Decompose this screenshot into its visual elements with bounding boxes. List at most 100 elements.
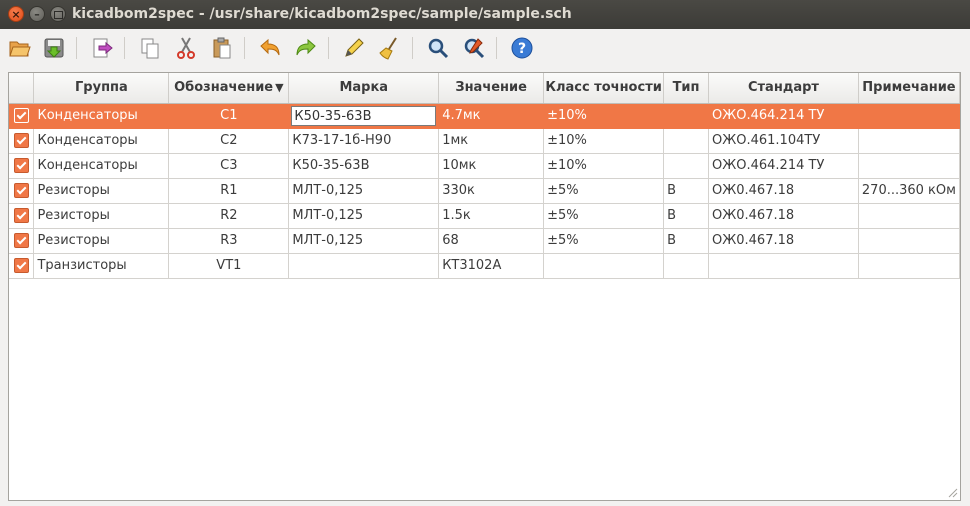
table-row[interactable]: Конденсаторы C1 К50-35-63В 4.7мк ±10% ОЖ… xyxy=(9,103,961,129)
column-header-accuracy[interactable]: Класс точности xyxy=(543,73,665,104)
cell-value[interactable]: 1.5к xyxy=(438,203,545,229)
undo-button[interactable] xyxy=(256,34,284,62)
cell-type[interactable] xyxy=(663,128,710,154)
cell-value[interactable]: 1мк xyxy=(438,128,545,154)
cell-type[interactable]: В xyxy=(663,203,710,229)
cell-ref[interactable]: R1 xyxy=(168,178,290,204)
clear-button[interactable] xyxy=(376,34,404,62)
cell-mark[interactable] xyxy=(288,253,440,279)
cell-note[interactable]: 270...360 кОм xyxy=(858,178,961,204)
cell-standard[interactable]: ОЖО.464.214 ТУ xyxy=(708,153,859,179)
table-row[interactable]: Конденсаторы C2 К73-17-1б-Н90 1мк ±10% О… xyxy=(9,128,961,154)
table-row[interactable]: Конденсаторы C3 К50-35-63В 10мк ±10% ОЖО… xyxy=(9,153,961,179)
minimize-window-button[interactable]: – xyxy=(29,6,45,22)
cell-note[interactable] xyxy=(858,128,961,154)
checkbox-checked[interactable] xyxy=(13,183,29,198)
row-checkbox-cell[interactable] xyxy=(9,228,35,254)
table-row[interactable]: Резисторы R2 МЛТ-0,125 1.5к ±5% В ОЖ0.46… xyxy=(9,203,961,229)
cell-standard[interactable]: ОЖО.464.214 ТУ xyxy=(708,103,859,129)
row-checkbox-cell[interactable] xyxy=(9,178,35,204)
cell-value[interactable]: 330к xyxy=(438,178,545,204)
cell-ref[interactable]: VT1 xyxy=(168,253,290,279)
cell-standard[interactable]: ОЖ0.467.18 xyxy=(708,178,859,204)
copy-button[interactable] xyxy=(136,34,164,62)
cell-standard[interactable]: ОЖ0.467.18 xyxy=(708,203,859,229)
cell-mark[interactable]: МЛТ-0,125 xyxy=(288,178,440,204)
cell-type[interactable] xyxy=(663,103,710,129)
cell-type[interactable]: В xyxy=(663,178,710,204)
cell-accuracy[interactable]: ±10% xyxy=(543,103,665,129)
cell-ref[interactable]: R3 xyxy=(168,228,290,254)
cell-group[interactable]: Конденсаторы xyxy=(33,128,170,154)
cell-mark[interactable]: К50-35-63В xyxy=(288,153,440,179)
cell-type[interactable]: В xyxy=(663,228,710,254)
column-header-check[interactable] xyxy=(9,73,35,104)
column-header-ref[interactable]: Обозначение ▼ xyxy=(168,73,290,104)
cell-mark[interactable]: МЛТ-0,125 xyxy=(288,228,440,254)
cell-value[interactable]: 4.7мк xyxy=(438,103,545,129)
resize-grip-icon[interactable] xyxy=(948,488,958,498)
cell-type[interactable] xyxy=(663,153,710,179)
cell-accuracy[interactable]: ±5% xyxy=(543,178,665,204)
cell-ref[interactable]: R2 xyxy=(168,203,290,229)
cell-accuracy[interactable]: ±5% xyxy=(543,228,665,254)
cell-standard[interactable]: ОЖО.461.104ТУ xyxy=(708,128,859,154)
edit-button[interactable] xyxy=(340,34,368,62)
cell-accuracy[interactable]: ±10% xyxy=(543,153,665,179)
row-checkbox-cell[interactable] xyxy=(9,153,35,179)
cell-group[interactable]: Транзисторы xyxy=(33,253,170,279)
close-window-button[interactable]: × xyxy=(8,6,24,22)
checkbox-checked[interactable] xyxy=(13,133,29,148)
paste-button[interactable] xyxy=(208,34,236,62)
row-checkbox-cell[interactable] xyxy=(9,253,35,279)
cell-group[interactable]: Конденсаторы xyxy=(33,153,170,179)
cell-accuracy[interactable] xyxy=(543,253,665,279)
checkbox-checked[interactable] xyxy=(13,158,29,173)
cell-ref[interactable]: C2 xyxy=(168,128,290,154)
replace-button[interactable] xyxy=(460,34,488,62)
cell-value[interactable]: 68 xyxy=(438,228,545,254)
save-button[interactable] xyxy=(40,34,68,62)
cell-group[interactable]: Конденсаторы xyxy=(33,103,170,129)
open-button[interactable] xyxy=(6,34,34,62)
maximize-window-button[interactable] xyxy=(50,6,66,22)
column-header-group[interactable]: Группа xyxy=(33,73,170,104)
column-header-note[interactable]: Примечание xyxy=(858,73,961,104)
checkbox-checked[interactable] xyxy=(13,208,29,223)
cell-accuracy[interactable]: ±10% xyxy=(543,128,665,154)
find-button[interactable] xyxy=(424,34,452,62)
column-header-standard[interactable]: Стандарт xyxy=(708,73,859,104)
cell-note[interactable] xyxy=(858,103,961,129)
cell-note[interactable] xyxy=(858,153,961,179)
cut-button[interactable] xyxy=(172,34,200,62)
cell-ref[interactable]: C1 xyxy=(168,103,290,129)
cell-standard[interactable] xyxy=(708,253,859,279)
row-checkbox-cell[interactable] xyxy=(9,103,35,129)
cell-mark[interactable]: К50-35-63В xyxy=(288,103,440,129)
cell-mark[interactable]: МЛТ-0,125 xyxy=(288,203,440,229)
table-row[interactable]: Транзисторы VT1 КТ3102А xyxy=(9,253,961,279)
cell-value[interactable]: 10мк xyxy=(438,153,545,179)
column-header-value[interactable]: Значение xyxy=(438,73,545,104)
cell-note[interactable] xyxy=(858,228,961,254)
cell-value[interactable]: КТ3102А xyxy=(438,253,545,279)
cell-standard[interactable]: ОЖ0.467.18 xyxy=(708,228,859,254)
cell-group[interactable]: Резисторы xyxy=(33,203,170,229)
cell-group[interactable]: Резисторы xyxy=(33,178,170,204)
checkbox-checked[interactable] xyxy=(13,108,29,123)
cell-note[interactable] xyxy=(858,253,961,279)
cell-note[interactable] xyxy=(858,203,961,229)
checkbox-checked[interactable] xyxy=(13,258,29,273)
row-checkbox-cell[interactable] xyxy=(9,203,35,229)
cell-editor-input[interactable]: К50-35-63В xyxy=(291,105,437,126)
redo-button[interactable] xyxy=(292,34,320,62)
checkbox-checked[interactable] xyxy=(13,233,29,248)
column-header-type[interactable]: Тип xyxy=(663,73,710,104)
row-checkbox-cell[interactable] xyxy=(9,128,35,154)
cell-mark[interactable]: К73-17-1б-Н90 xyxy=(288,128,440,154)
table-row[interactable]: Резисторы R1 МЛТ-0,125 330к ±5% В ОЖ0.46… xyxy=(9,178,961,204)
cell-ref[interactable]: C3 xyxy=(168,153,290,179)
cell-accuracy[interactable]: ±5% xyxy=(543,203,665,229)
help-button[interactable]: ? xyxy=(508,34,536,62)
export-button[interactable] xyxy=(88,34,116,62)
